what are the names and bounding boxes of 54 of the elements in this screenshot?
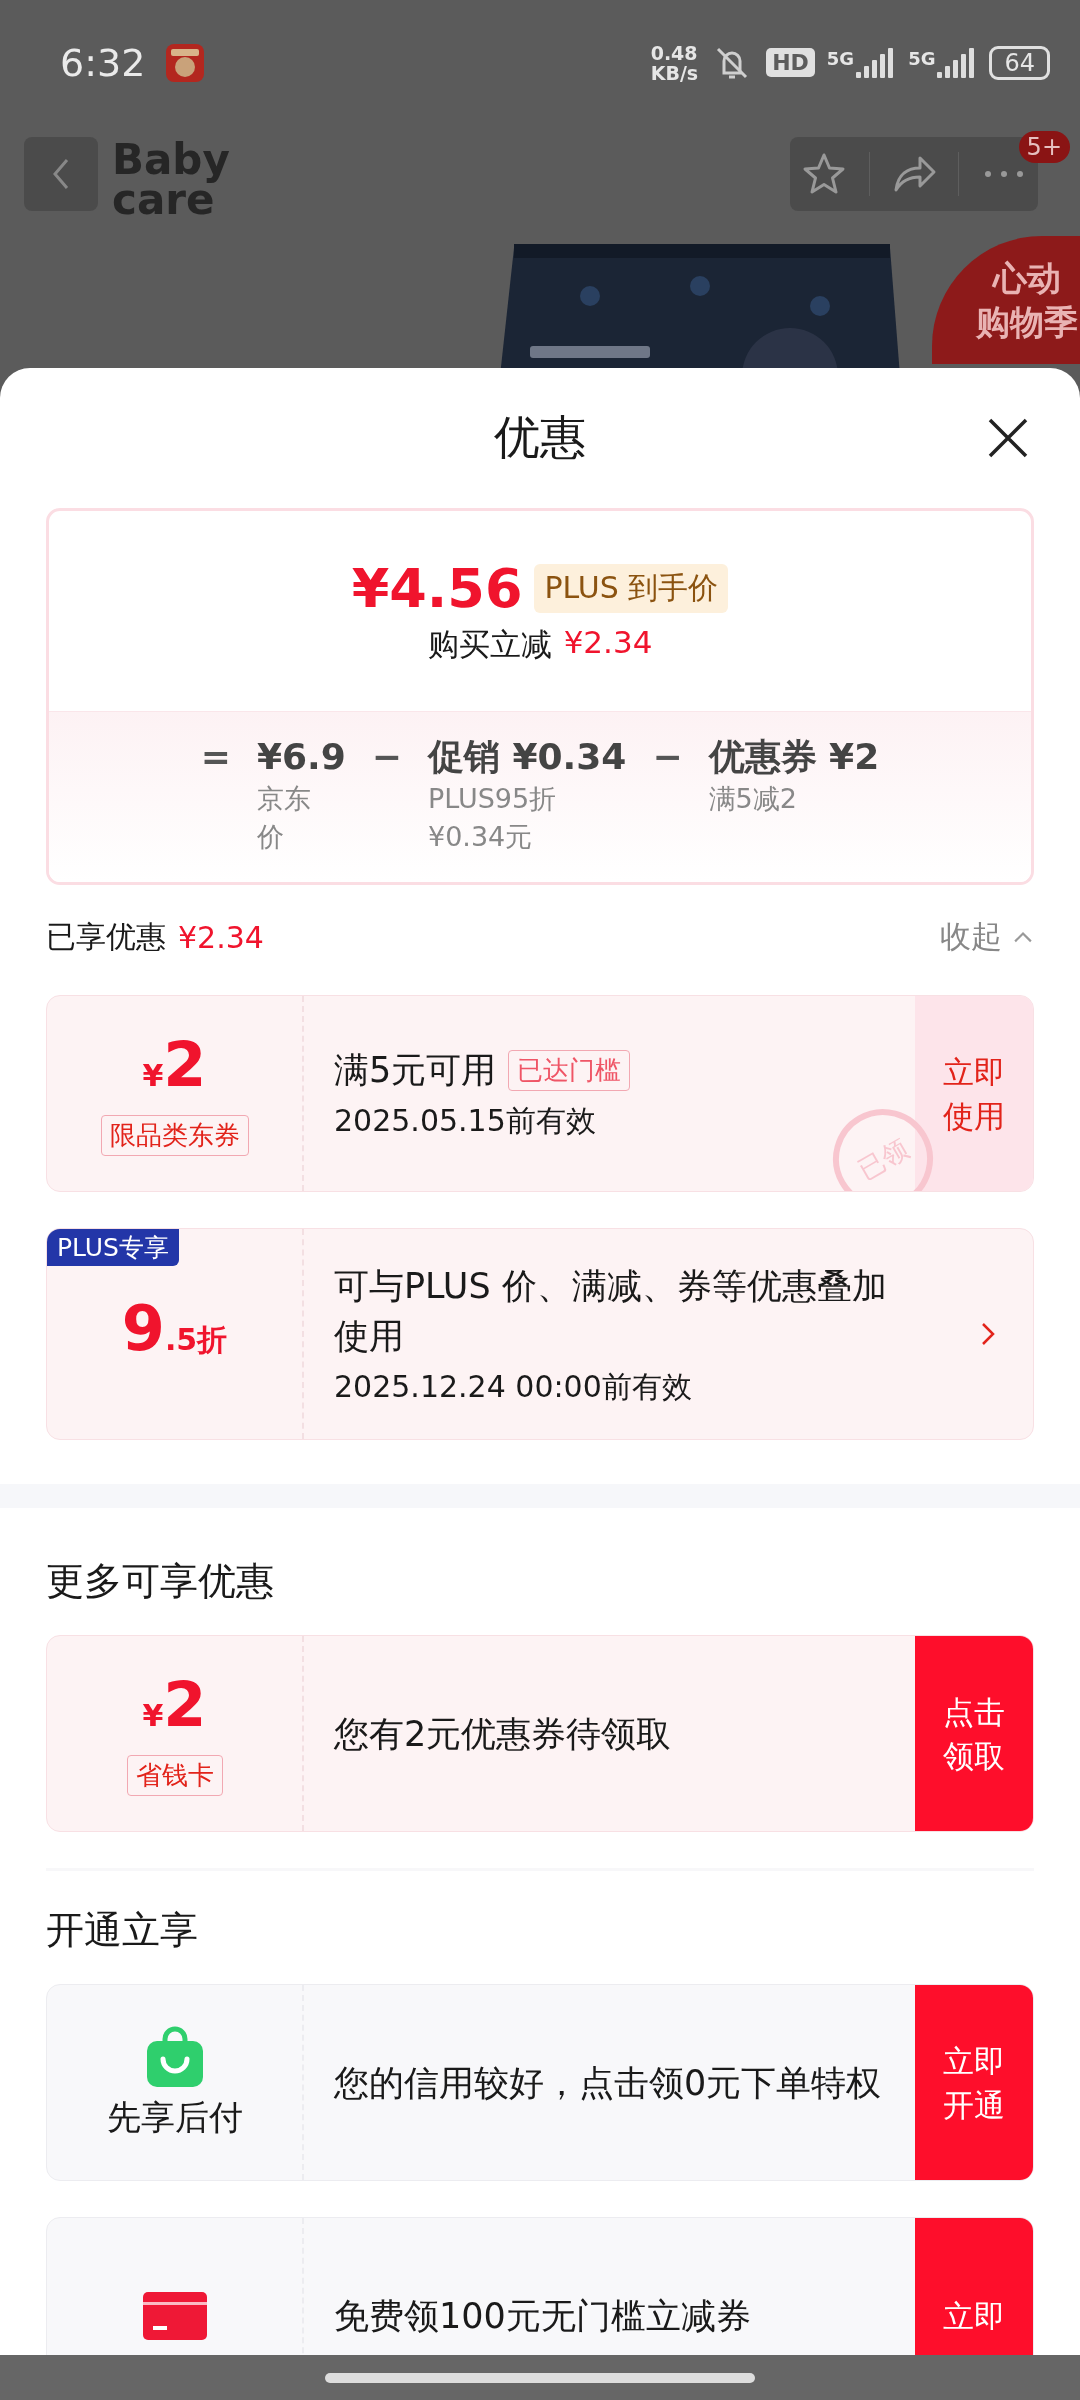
notification-badge: 5+ — [1018, 131, 1070, 163]
network-type: 5G — [826, 47, 855, 69]
price-component: ¥6.9 — [256, 735, 346, 779]
discount-description: 可与PLUS 价、满减、券等优惠叠加使用 — [334, 1264, 888, 1358]
coupon-tag: 限品类东券 — [100, 1114, 249, 1156]
coupon-condition: 满5元可用 — [334, 1049, 497, 1092]
operator-sign: = — [200, 735, 231, 779]
coupon-action-button[interactable]: 立即使用 — [915, 996, 1033, 1191]
network-speed: 0.48 KB/s — [650, 42, 699, 83]
network-type: 5G — [908, 47, 936, 69]
final-price: ¥4.56 — [351, 556, 523, 620]
hd-label: HD — [766, 48, 815, 77]
discount-amount: 9.5折 — [121, 1295, 228, 1367]
coupon-action-button[interactable]: 点击领取 — [915, 1636, 1033, 1831]
discount-validity: 2025.12.24 00:00前有效 — [334, 1367, 692, 1406]
component-note: ¥0.34元 — [427, 820, 534, 854]
service-name: 先享后付 — [106, 2095, 243, 2139]
app-icon — [165, 42, 206, 83]
coupon-description: 您有2元优惠券待领取 — [334, 1712, 672, 1756]
saving-amount: ¥2.34 — [563, 623, 653, 662]
section-title: 更多可享优惠 — [46, 1558, 275, 1605]
close-icon[interactable] — [986, 416, 1030, 460]
battery-indicator: 64 — [989, 45, 1050, 80]
home-indicator[interactable] — [325, 2372, 755, 2383]
service-description: 您的信用较好，点击领0元下单特权 — [334, 2061, 882, 2105]
activate-button[interactable]: 立即 — [915, 2218, 1033, 2355]
price-component: 促销 ¥0.34 — [427, 735, 627, 779]
back-button[interactable] — [24, 137, 98, 211]
service-description: 免费领100元无门槛立减券 — [334, 2294, 751, 2338]
collapse-toggle[interactable]: 收起 — [940, 916, 1034, 958]
status-time: 6:32 — [60, 40, 146, 85]
component-note: PLUS95折 — [427, 782, 558, 816]
card-icon — [142, 2291, 207, 2340]
coupon-amount: ¥2 — [142, 1031, 207, 1103]
activate-button[interactable]: 立即开通 — [915, 1985, 1033, 2180]
saving-label: 购买立减 — [427, 624, 552, 664]
coupon-tag: 省钱卡 — [126, 1754, 223, 1796]
sheet-title: 优惠 — [494, 409, 586, 466]
price-component: 优惠券 ¥2 — [708, 735, 880, 779]
enjoyed-amount: ¥2.34 — [178, 919, 264, 955]
status-tag: 已达门槛 — [508, 1049, 631, 1091]
promo-banner[interactable]: 心动 购物季 — [932, 236, 1080, 364]
component-note: 京东价 — [256, 782, 312, 854]
chevron-up-icon[interactable] — [1012, 930, 1034, 944]
section-title: 开通立享 — [46, 1907, 199, 1954]
enjoyed-label: 已享优惠 — [46, 917, 166, 956]
price-label: PLUS 到手价 — [534, 563, 729, 613]
component-note: 满5减2 — [708, 782, 798, 816]
operator-sign: − — [652, 735, 683, 779]
plus-badge: PLUS专享 — [47, 1229, 179, 1266]
coupon-validity: 2025.05.15前有效 — [334, 1102, 596, 1140]
operator-sign: − — [371, 735, 402, 779]
coupon-amount: ¥2 — [142, 1671, 207, 1743]
chevron-right-icon[interactable] — [981, 1322, 995, 1346]
